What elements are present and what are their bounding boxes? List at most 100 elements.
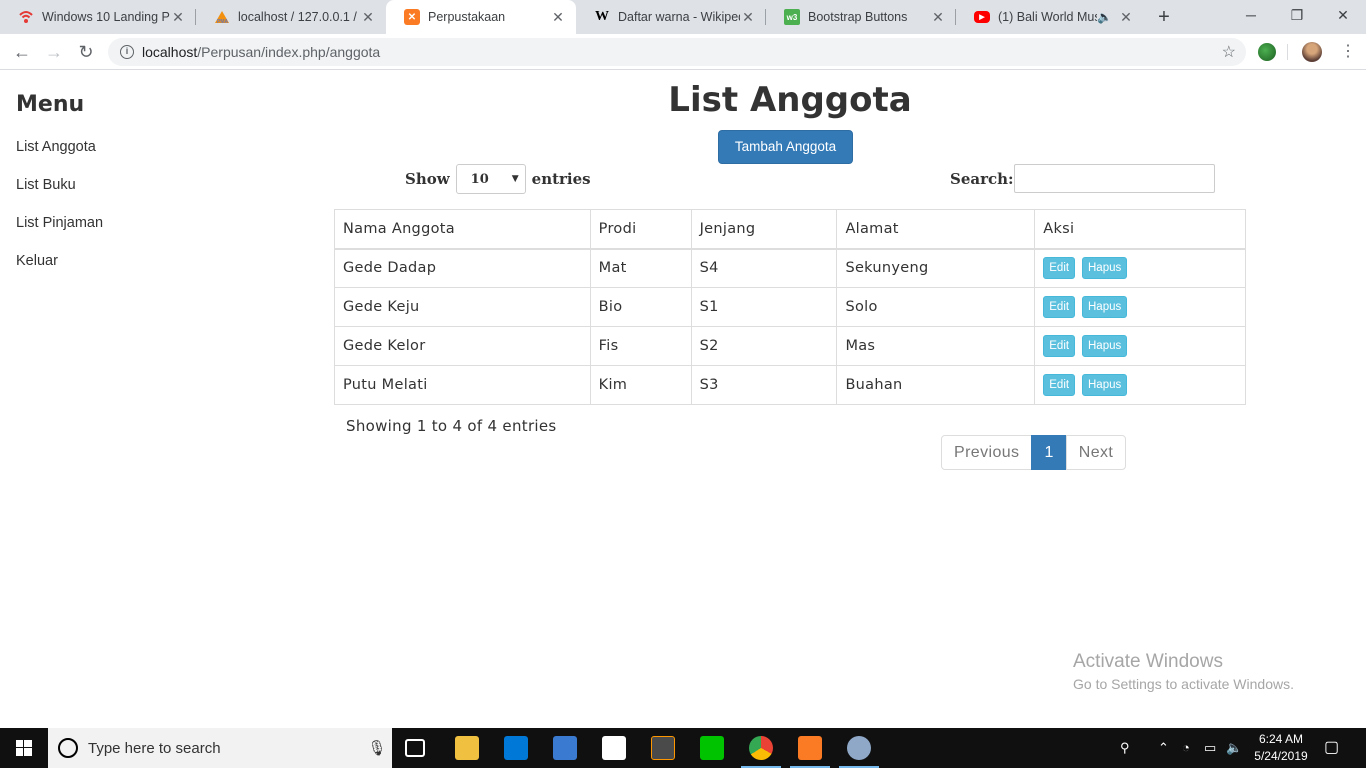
edit-button[interactable]: Edit xyxy=(1043,374,1076,396)
delete-button[interactable]: Hapus xyxy=(1082,257,1128,280)
sidebar-item-list-buku[interactable]: List Buku xyxy=(16,177,266,215)
close-icon[interactable]: ✕ xyxy=(1118,9,1134,26)
url-text[interactable]: localhost/Perpusan/index.php/anggota xyxy=(142,44,380,60)
people-icon[interactable]: ⚲ xyxy=(1120,728,1130,768)
microphone-icon[interactable]: 🎙 xyxy=(362,739,392,757)
cell-alamat: Buahan xyxy=(836,365,1036,405)
cell-alamat: Sekunyeng xyxy=(836,248,1036,288)
delete-button[interactable]: Hapus xyxy=(1082,374,1128,396)
cell-prodi: Fis xyxy=(589,326,692,366)
column-header-prodi[interactable]: Prodi xyxy=(589,209,692,250)
avatar[interactable] xyxy=(1302,42,1322,62)
restore-button[interactable]: ❐ xyxy=(1274,0,1320,32)
cell-aksi: Edit Hapus xyxy=(1034,365,1246,405)
cell-nama: Gede Kelor xyxy=(334,326,591,366)
members-table: Nama Anggota Prodi Jenjang Alamat Aksi G… xyxy=(334,209,1246,405)
chevron-up-icon[interactable]: ⌃ xyxy=(1158,728,1169,768)
edit-button[interactable]: Edit xyxy=(1043,335,1076,357)
store-icon[interactable] xyxy=(504,736,528,760)
entries-value: 10 xyxy=(470,171,489,187)
notification-icon[interactable]: ▢ xyxy=(1324,728,1339,768)
page-title: List Anggota xyxy=(668,80,912,120)
mail-icon[interactable] xyxy=(602,736,626,760)
address-bar[interactable]: i localhost/Perpusan/index.php/anggota ☆ xyxy=(108,38,1246,66)
browser-toolbar: ← → ↻ i localhost/Perpusan/index.php/ang… xyxy=(0,34,1366,70)
tab-phpmyadmin[interactable]: PMA localhost / 127.0.0.1 / d ✕ xyxy=(196,0,386,34)
delete-button[interactable]: Hapus xyxy=(1082,335,1128,357)
close-icon[interactable]: ✕ xyxy=(740,9,756,26)
cell-jenjang: S3 xyxy=(690,365,838,405)
task-view-icon[interactable] xyxy=(405,739,425,757)
table-row: Gede Kelor Fis S2 Mas Edit Hapus xyxy=(334,326,1246,366)
entries-select[interactable]: 10 ▼ xyxy=(455,164,526,194)
cell-alamat: Mas xyxy=(836,326,1036,366)
tab-windows-10-landing[interactable]: Windows 10 Landing Pa ✕ xyxy=(0,0,196,34)
edit-button[interactable]: Edit xyxy=(1043,296,1076,318)
cell-nama: Gede Dadap xyxy=(334,248,591,288)
column-header-jenjang[interactable]: Jenjang xyxy=(690,209,838,250)
start-button[interactable] xyxy=(0,728,48,768)
search-label: Search: xyxy=(950,169,1014,188)
table-row: Gede Keju Bio S1 Solo Edit Hapus xyxy=(334,287,1246,327)
close-window-button[interactable]: ✕ xyxy=(1320,0,1366,32)
edit-button[interactable]: Edit xyxy=(1043,257,1076,280)
sidebar: Menu List Anggota List Buku List Pinjama… xyxy=(16,92,266,291)
reload-icon[interactable]: ↻ xyxy=(72,38,100,66)
cell-nama: Putu Melati xyxy=(334,365,591,405)
column-header-alamat[interactable]: Alamat xyxy=(836,209,1036,250)
sidebar-item-list-anggota[interactable]: List Anggota xyxy=(16,139,266,177)
tab-youtube[interactable]: ▶ (1) Bali World Musi 🔈 ✕ xyxy=(956,0,1144,34)
battery-icon[interactable]: ▭ xyxy=(1204,728,1216,768)
column-header-nama[interactable]: Nama Anggota xyxy=(334,209,591,250)
extension-icon[interactable] xyxy=(1258,43,1276,61)
chrome-icon[interactable] xyxy=(749,736,773,760)
next-button[interactable]: Next xyxy=(1065,435,1127,470)
bookmark-star-icon[interactable]: ☆ xyxy=(1222,42,1236,62)
cell-aksi: Edit Hapus xyxy=(1034,326,1246,366)
tab-title: Bootstrap Buttons xyxy=(808,10,908,24)
delete-button[interactable]: Hapus xyxy=(1082,296,1128,318)
tab-bootstrap-buttons[interactable]: w3 Bootstrap Buttons ✕ xyxy=(766,0,956,34)
cell-nama: Gede Keju xyxy=(334,287,591,327)
app-icon[interactable] xyxy=(553,736,577,760)
menu-dots-icon[interactable]: ⋮ xyxy=(1334,38,1362,66)
file-explorer-icon[interactable] xyxy=(455,736,479,760)
sublime-text-icon[interactable] xyxy=(651,736,675,760)
close-icon[interactable]: ✕ xyxy=(550,9,566,26)
tab-wikipedia[interactable]: W Daftar warna - Wikipedi ✕ xyxy=(576,0,766,34)
network-icon[interactable]: ◔ xyxy=(1182,728,1190,768)
back-arrow-icon[interactable]: ← xyxy=(8,38,36,66)
search-input[interactable] xyxy=(1013,164,1215,193)
taskbar-search-box[interactable]: Type here to search 🎙 xyxy=(48,728,392,768)
tab-title: localhost / 127.0.0.1 / d xyxy=(238,10,360,24)
forward-arrow-icon[interactable]: → xyxy=(40,38,68,66)
table-header-row: Nama Anggota Prodi Jenjang Alamat Aksi xyxy=(334,209,1246,250)
speaker-icon[interactable]: 🔈 xyxy=(1097,10,1112,24)
clock-date: 5/24/2019 xyxy=(1254,749,1308,763)
cell-jenjang: S4 xyxy=(690,248,838,288)
info-icon[interactable]: i xyxy=(120,45,134,59)
xampp-icon[interactable] xyxy=(798,736,822,760)
table-row: Gede Dadap Mat S4 Sekunyeng Edit Hapus xyxy=(334,248,1246,288)
youtube-icon: ▶ xyxy=(974,11,990,23)
close-icon[interactable]: ✕ xyxy=(930,9,946,26)
paint-icon[interactable] xyxy=(847,736,871,760)
page-1-button[interactable]: 1 xyxy=(1031,435,1067,470)
activation-watermark: Activate Windows Go to Settings to activ… xyxy=(1073,651,1294,692)
close-icon[interactable]: ✕ xyxy=(170,9,186,26)
sidebar-item-list-pinjaman[interactable]: List Pinjaman xyxy=(16,215,266,253)
close-icon[interactable]: ✕ xyxy=(360,9,376,26)
tab-perpustakaan[interactable]: ✕ Perpustakaan ✕ xyxy=(386,0,576,34)
cell-prodi: Bio xyxy=(589,287,692,327)
add-member-button[interactable]: Tambah Anggota xyxy=(718,130,853,164)
taskbar-clock[interactable]: 6:24 AM 5/24/2019 xyxy=(1248,731,1314,765)
cell-aksi: Edit Hapus xyxy=(1034,248,1246,288)
entries-label: entries xyxy=(531,170,591,188)
minimize-button[interactable]: ─ xyxy=(1228,0,1274,32)
line-icon[interactable] xyxy=(700,736,724,760)
new-tab-button[interactable]: + xyxy=(1152,5,1176,29)
volume-icon[interactable]: 🔈 xyxy=(1226,728,1242,768)
previous-button[interactable]: Previous xyxy=(941,435,1033,470)
clock-time: 6:24 AM xyxy=(1258,732,1304,746)
sidebar-item-keluar[interactable]: Keluar xyxy=(16,253,266,291)
